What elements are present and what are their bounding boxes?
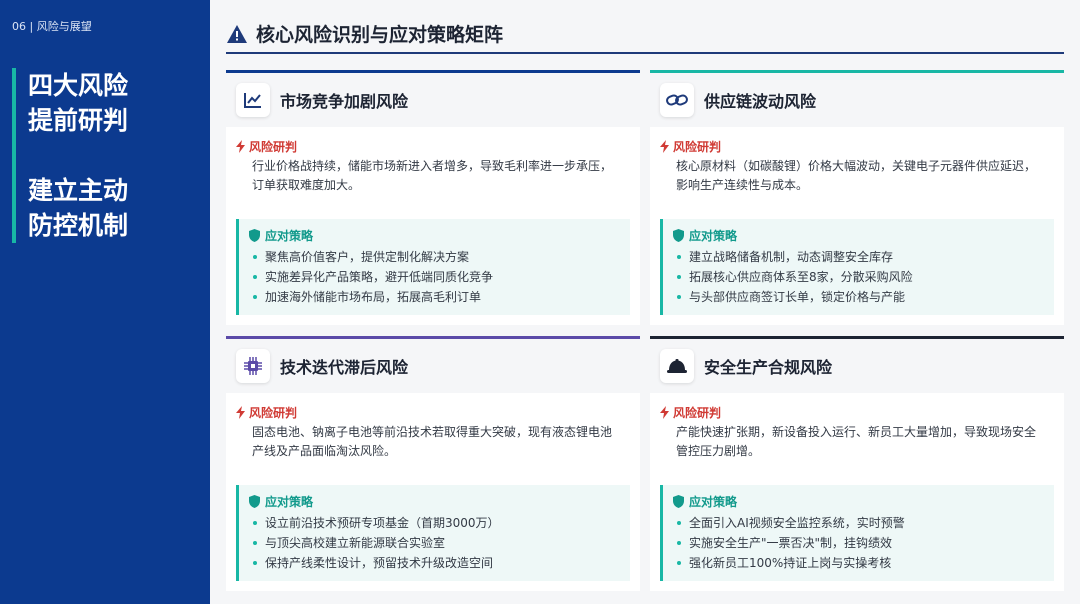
risk-label: 风险研判 <box>236 404 297 421</box>
card-header: 供应链波动风险 <box>650 73 1064 127</box>
chip-icon <box>236 349 270 383</box>
list-item: 与头部供应商签订长单，锁定价格与产能 <box>677 287 913 307</box>
page-header: 核心风险识别与应对策略矩阵 <box>226 20 503 47</box>
strategy-label: 应对策略 <box>673 493 737 510</box>
sidebar-headline: 四大风险 提前研判 建立主动 防控机制 <box>12 68 128 243</box>
list-item: 加速海外储能市场布局，拓展高毛利订单 <box>253 287 493 307</box>
card-header: 安全生产合规风险 <box>650 339 1064 393</box>
risk-description: 核心原材料（如碳酸锂）价格大幅波动，关键电子元器件供应延迟，影响生产连续性与成本… <box>676 159 1037 192</box>
risk-label-text: 风险研判 <box>249 140 298 154</box>
list-item: 聚焦高价值客户，提供定制化解决方案 <box>253 247 493 267</box>
strategy-box: 应对策略 全面引入AI视频安全监控系统，实时预警 实施安全生产"一票否决"制，挂… <box>660 485 1054 581</box>
lightning-icon <box>236 140 245 153</box>
risk-description: 固态电池、钠离子电池等前沿技术若取得重大突破，现有液态锂电池产线及产品面临淘汰风… <box>252 425 613 458</box>
headline-line: 防控机制 <box>28 211 129 240</box>
page-title: 核心风险识别与应对策略矩阵 <box>256 24 504 46</box>
strategy-label: 应对策略 <box>673 227 737 244</box>
headline-line: 提前研判 <box>28 106 129 135</box>
list-item: 与顶尖高校建立新能源联合实验室 <box>253 533 500 553</box>
risk-card-supply-chain: 供应链波动风险 风险研判 核心原材料（如碳酸锂）价格大幅波动，关键电子元器件供应… <box>650 70 1064 326</box>
strategy-label-text: 应对策略 <box>689 495 738 509</box>
breadcrumb: 06 | 风险与展望 <box>12 20 92 33</box>
shield-icon <box>673 495 684 508</box>
headline-line: 四大风险 <box>28 71 129 100</box>
strategy-list: 聚焦高价值客户，提供定制化解决方案 实施差异化产品策略，避开低端同质化竞争 加速… <box>253 247 493 307</box>
sidebar: 06 | 风险与展望 四大风险 提前研判 建立主动 防控机制 <box>0 0 210 604</box>
strategy-box: 应对策略 设立前沿技术预研专项基金（首期3000万） 与顶尖高校建立新能源联合实… <box>236 485 630 581</box>
hard-hat-icon <box>660 349 694 383</box>
risk-description: 产能快速扩张期，新设备投入运行、新员工大量增加，导致现场安全管控压力剧增。 <box>676 425 1037 458</box>
list-item: 建立战略储备机制，动态调整安全库存 <box>677 247 913 267</box>
strategy-box: 应对策略 聚焦高价值客户，提供定制化解决方案 实施差异化产品策略，避开低端同质化… <box>236 219 630 315</box>
line-chart-icon <box>236 83 270 117</box>
strategy-list: 全面引入AI视频安全监控系统，实时预警 实施安全生产"一票否决"制，挂钩绩效 强… <box>677 513 905 573</box>
risk-description: 行业价格战持续，储能市场新进入者增多，导致毛利率进一步承压，订单获取难度加大。 <box>252 159 613 192</box>
risk-card-technology: 技术迭代滞后风险 风险研判 固态电池、钠离子电池等前沿技术若取得重大突破，现有液… <box>226 336 640 592</box>
headline-line: 建立主动 <box>28 176 129 205</box>
risk-label: 风险研判 <box>660 138 721 155</box>
risk-label-text: 风险研判 <box>673 140 722 154</box>
card-header: 技术迭代滞后风险 <box>226 339 640 393</box>
strategy-label: 应对策略 <box>249 493 313 510</box>
shield-icon <box>249 495 260 508</box>
lightning-icon <box>660 406 669 419</box>
strategy-label-text: 应对策略 <box>265 495 314 509</box>
list-item: 实施安全生产"一票否决"制，挂钩绩效 <box>677 533 905 553</box>
card-body: 风险研判 产能快速扩张期，新设备投入运行、新员工大量增加，导致现场安全管控压力剧… <box>650 393 1064 591</box>
link-icon <box>660 83 694 117</box>
risk-card-safety: 安全生产合规风险 风险研判 产能快速扩张期，新设备投入运行、新员工大量增加，导致… <box>650 336 1064 592</box>
risk-card-market: 市场竞争加剧风险 风险研判 行业价格战持续，储能市场新进入者增多，导致毛利率进一… <box>226 70 640 326</box>
risk-label: 风险研判 <box>236 138 297 155</box>
card-title: 供应链波动风险 <box>704 92 817 111</box>
shield-icon <box>673 229 684 242</box>
card-title: 技术迭代滞后风险 <box>280 358 409 377</box>
strategy-label-text: 应对策略 <box>265 229 314 243</box>
list-item: 全面引入AI视频安全监控系统，实时预警 <box>677 513 905 533</box>
risk-label-text: 风险研判 <box>249 406 298 420</box>
risk-label-text: 风险研判 <box>673 406 722 420</box>
strategy-list: 设立前沿技术预研专项基金（首期3000万） 与顶尖高校建立新能源联合实验室 保持… <box>253 513 500 573</box>
list-item: 保持产线柔性设计，预留技术升级改造空间 <box>253 553 500 573</box>
card-body: 风险研判 行业价格战持续，储能市场新进入者增多，导致毛利率进一步承压，订单获取难… <box>226 127 640 325</box>
lightning-icon <box>660 140 669 153</box>
strategy-label-text: 应对策略 <box>689 229 738 243</box>
risk-label: 风险研判 <box>660 404 721 421</box>
list-item: 强化新员工100%持证上岗与实操考核 <box>677 553 905 573</box>
list-item: 拓展核心供应商体系至8家，分散采购风险 <box>677 267 913 287</box>
card-header: 市场竞争加剧风险 <box>226 73 640 127</box>
card-body: 风险研判 固态电池、钠离子电池等前沿技术若取得重大突破，现有液态锂电池产线及产品… <box>226 393 640 591</box>
card-body: 风险研判 核心原材料（如碳酸锂）价格大幅波动，关键电子元器件供应延迟，影响生产连… <box>650 127 1064 325</box>
shield-icon <box>249 229 260 242</box>
card-title: 市场竞争加剧风险 <box>280 92 409 111</box>
strategy-label: 应对策略 <box>249 227 313 244</box>
strategy-list: 建立战略储备机制，动态调整安全库存 拓展核心供应商体系至8家，分散采购风险 与头… <box>677 247 913 307</box>
title-divider <box>226 52 1064 54</box>
strategy-box: 应对策略 建立战略储备机制，动态调整安全库存 拓展核心供应商体系至8家，分散采购… <box>660 219 1054 315</box>
list-item: 实施差异化产品策略，避开低端同质化竞争 <box>253 267 493 287</box>
list-item: 设立前沿技术预研专项基金（首期3000万） <box>253 513 500 533</box>
lightning-icon <box>236 406 245 419</box>
warning-icon <box>227 24 247 43</box>
card-title: 安全生产合规风险 <box>704 358 833 377</box>
